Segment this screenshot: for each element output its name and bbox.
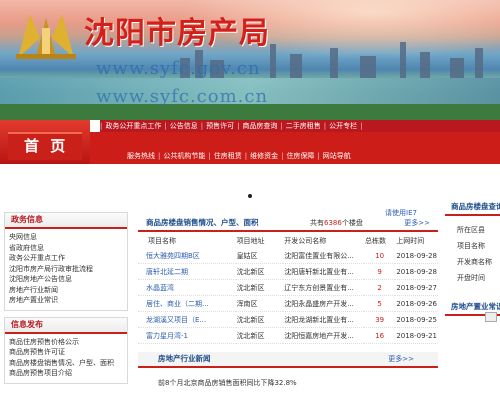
project-name[interactable]: 富力星月湾-1: [138, 327, 236, 344]
project-name[interactable]: 居住、商业（二期...: [138, 295, 236, 312]
table-header-row: 项目名称 项目地址 开发公司名称 总栋数 上网时间: [138, 234, 438, 248]
project-name[interactable]: 唐轩北延二期: [138, 263, 236, 280]
quick-link-presale-permit[interactable]: 预售许可: [203, 122, 237, 130]
home-tab-label: 首 页: [24, 137, 69, 155]
news-item[interactable]: 前8个月北京商品房销售面积同比下降32.8%: [138, 368, 438, 388]
table-row[interactable]: 唐轩北延二期 沈北新区 沈阳唐轩新北置业有... 9 2018-09-28: [138, 263, 438, 280]
project-name[interactable]: 龙湖溪又项目（E...: [138, 311, 236, 328]
left-sidebar: 政务信息 央网信息 省政府信息 政务公开重点工作 沈阳市房产局行政审批流程 沈阳…: [4, 212, 128, 400]
list-item[interactable]: 房地产置业常识: [9, 295, 123, 306]
online-date: 2018-09-26: [395, 295, 438, 312]
building-count: 10: [364, 248, 396, 264]
search-field-developer: 开发商名称: [457, 258, 492, 266]
col-building-count: 总栋数: [365, 237, 386, 245]
info-release-title: 信息发布: [5, 317, 127, 334]
list-item[interactable]: 商品房预售许可证: [9, 347, 123, 358]
search-field-open-date: 开盘时间: [457, 274, 485, 282]
online-date: 2018-09-28: [395, 263, 438, 280]
project-address: 浑南区: [235, 295, 284, 312]
building-count: 2: [364, 279, 396, 296]
sales-section-title: 商品房楼盘销售情况、户型、面积: [146, 218, 259, 227]
building-count: 16: [364, 327, 396, 344]
main-nav: 服务热线 | 公共机构节能 | 住房租赁 | 维修资金 | 住房保障 | 网站导航: [90, 132, 500, 164]
building-count: 39: [364, 311, 396, 328]
news-section-header: 房地产行业新闻 更多>>: [138, 352, 438, 368]
search-field-project: 项目名称: [457, 242, 485, 250]
building-count: 5: [364, 295, 396, 312]
developer-name: 辽宁东方创景置业有...: [283, 279, 364, 296]
list-item[interactable]: 房地产行业新闻: [9, 285, 123, 296]
col-project-address: 项目地址: [236, 237, 265, 245]
home-tab[interactable]: 首 页: [0, 120, 90, 164]
search-field-district: 所在区县: [457, 226, 485, 234]
nav-site-map[interactable]: 网站导航: [320, 152, 354, 160]
info-release-box: 信息发布 商品住房预售价格公示 商品房预售许可证 商品房楼盘销售情况、户型、面积…: [4, 316, 128, 384]
site-url-com: www.syfc.com.cn: [96, 86, 269, 107]
list-item[interactable]: 商品房楼盘销售情况、户型、面积: [9, 358, 123, 369]
project-count: 共有6386个楼盘: [310, 219, 363, 227]
project-address: 沈北新区: [235, 311, 284, 328]
nav-housing-security[interactable]: 住房保障: [283, 152, 317, 160]
header-banner: 沈阳市房产局 www.syfc.gov.cn www.syfc.com.cn: [0, 0, 500, 120]
quick-link-secondhand[interactable]: 二手房租售: [283, 122, 324, 130]
nav-maintenance-fund[interactable]: 维修资金: [247, 152, 281, 160]
carousel-dot[interactable]: [248, 194, 252, 198]
quick-link-house-query[interactable]: 商品房查询: [239, 122, 280, 130]
building-count: 9: [364, 263, 396, 280]
col-online-date: 上网时间: [396, 237, 425, 245]
developer-name: 沈阳恒嘉房地产开发...: [283, 327, 364, 344]
developer-name: 沈阳永晶盛房产开发...: [283, 295, 364, 312]
project-name[interactable]: 水晶蓝湾: [138, 279, 236, 296]
right-sidebar: 商品房楼盘查询 所在区县 项目名称 开发商名称 开盘时间 房地产置业常识: [445, 200, 500, 400]
sales-more-link[interactable]: 更多>>: [404, 216, 430, 230]
list-item[interactable]: 商品房预售项目介绍: [9, 368, 123, 379]
quick-links-bar: | 政务公开重点工作 | 公告信息 | 预售许可 | 商品房查询 | 二手房租售 | 公开专栏 |: [100, 120, 500, 132]
online-date: 2018-09-21: [395, 327, 438, 344]
search-button[interactable]: [485, 312, 497, 322]
sales-section-header: 商品房楼盘销售情况、户型、面积 共有6386个楼盘 更多>>: [138, 216, 438, 232]
table-row[interactable]: 水晶蓝湾 沈北新区 辽宁东方创景置业有... 2 2018-09-27: [138, 279, 438, 296]
quick-link-public-column[interactable]: 公开专栏: [326, 122, 360, 130]
nav-housing-rental[interactable]: 住房租赁: [211, 152, 245, 160]
online-date: 2018-09-28: [395, 248, 438, 264]
list-item[interactable]: 沈阳市房产局行政审批流程: [9, 264, 123, 275]
sales-table: 项目名称 项目地址 开发公司名称 总栋数 上网时间 恒大雅苑四期B区 皇姑区 沈…: [138, 234, 438, 344]
col-developer: 开发公司名称: [284, 237, 327, 245]
list-item[interactable]: 商品住房预售价格公示: [9, 337, 123, 348]
nav-service-hotline[interactable]: 服务热线: [124, 152, 158, 160]
table-row[interactable]: 龙湖溪又项目（E... 沈北新区 沈阳龙湖新北置业有... 39 2018-09…: [138, 311, 438, 328]
news-more-link[interactable]: 更多>>: [388, 352, 414, 366]
project-address: 沈北新区: [235, 327, 284, 344]
developer-name: 沈阳富佳置业有限公...: [283, 248, 364, 264]
list-item[interactable]: 沈阳房地产公告信息: [9, 274, 123, 285]
news-section-title: 房地产行业新闻: [158, 354, 211, 363]
quick-link-announcements[interactable]: 公告信息: [167, 122, 201, 130]
developer-name: 沈阳龙湖新北置业有...: [283, 311, 364, 328]
list-item[interactable]: 省政府信息: [9, 243, 123, 254]
gov-info-title: 政务信息: [5, 213, 127, 229]
online-date: 2018-09-25: [395, 311, 438, 328]
project-address: 沈北新区: [235, 263, 284, 280]
main-content: 商品房楼盘销售情况、户型、面积 共有6386个楼盘 更多>> 项目名称 项目地址…: [138, 216, 438, 400]
building-emblem-logo: [16, 14, 76, 59]
list-item[interactable]: 央网信息: [9, 232, 123, 243]
table-row[interactable]: 恒大雅苑四期B区 皇姑区 沈阳富佳置业有限公... 10 2018-09-28: [138, 248, 438, 264]
industry-news-section: 房地产行业新闻 更多>> 前8个月北京商品房销售面积同比下降32.8%: [138, 352, 438, 388]
online-date: 2018-09-27: [395, 279, 438, 296]
table-row[interactable]: 富力星月湾-1 沈北新区 沈阳恒嘉房地产开发... 16 2018-09-21: [138, 327, 438, 344]
list-item[interactable]: 政务公开重点工作: [9, 253, 123, 264]
project-address: 皇姑区: [235, 248, 284, 264]
site-url-gov: www.syfc.gov.cn: [96, 58, 261, 79]
developer-name: 沈阳唐轩新北置业有...: [283, 263, 364, 280]
site-title: 沈阳市房产局: [84, 16, 270, 51]
project-name[interactable]: 恒大雅苑四期B区: [138, 248, 236, 264]
project-address: 沈北新区: [235, 279, 284, 296]
nav-energy-saving[interactable]: 公共机构节能: [160, 152, 208, 160]
house-search-title: 商品房楼盘查询: [445, 200, 500, 216]
col-project-name: 项目名称: [148, 237, 176, 245]
quick-link-gov-work[interactable]: 政务公开重点工作: [102, 122, 164, 130]
table-row[interactable]: 居住、商业（二期... 浑南区 沈阳永晶盛房产开发... 5 2018-09-2…: [138, 295, 438, 312]
gov-info-box: 政务信息 央网信息 省政府信息 政务公开重点工作 沈阳市房产局行政审批流程 沈阳…: [4, 212, 128, 311]
house-search-form: 所在区县 项目名称 开发商名称 开盘时间: [445, 216, 500, 286]
